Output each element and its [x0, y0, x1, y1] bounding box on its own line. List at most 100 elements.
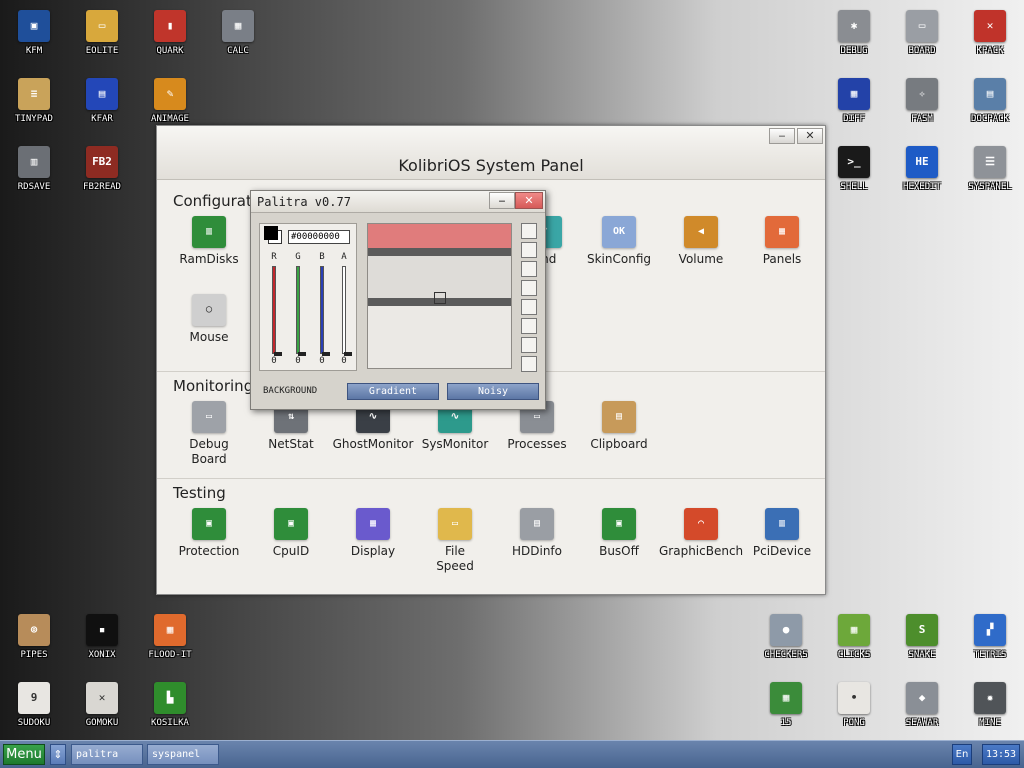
syspanel-item-busoff[interactable]: ▣ BusOff	[577, 508, 661, 559]
color-preview-area[interactable]	[367, 223, 512, 369]
cursor-tool-icon[interactable]	[521, 223, 537, 239]
desktop-icon-quark[interactable]: ▮ QUARK	[136, 0, 204, 68]
desktop-icon-label: CHECKERS	[764, 650, 808, 660]
syspanel-item-label: Panels	[762, 252, 802, 266]
syspanel-item-file-speed[interactable]: ▭ File Speed	[413, 508, 497, 574]
channel-slider-r[interactable]	[272, 266, 276, 354]
desktop-icon-sudoku[interactable]: 9 SUDOKU	[0, 672, 68, 740]
desktop-icon-docpack[interactable]: ▤ DOCPACK	[956, 68, 1024, 136]
palette-slot[interactable]	[521, 261, 537, 277]
system-panel-titlebar[interactable]: ‒ ✕ KolibriOS System Panel	[157, 126, 825, 180]
debug-window-icon: ✱	[838, 10, 870, 42]
desktop-icon-kosilka[interactable]: ▙ KOSILKA	[136, 672, 204, 740]
debug-board-icon: ▭	[192, 401, 226, 433]
desktop-icon-calc[interactable]: ▦ CALC	[204, 0, 272, 68]
desktop-icon-kfm[interactable]: ▣ KFM	[0, 0, 68, 68]
palitra-close-button[interactable]: ✕	[515, 192, 543, 209]
clock[interactable]: 13:53	[982, 744, 1020, 765]
eyedropper-icon[interactable]	[521, 242, 537, 258]
syspanel-item-panels[interactable]: ▦ Panels	[740, 216, 824, 267]
foreground-color-swatch[interactable]	[264, 226, 278, 240]
protection-chip-icon: ▣	[192, 508, 226, 540]
syspanel-item-pcidevice[interactable]: ▥ PciDevice	[740, 508, 824, 559]
mouse-icon: ◯	[192, 294, 226, 326]
language-indicator[interactable]: En	[952, 744, 972, 765]
desktop-icon-mine[interactable]: ✹ MINE	[956, 672, 1024, 740]
desktop-icon-fb2read[interactable]: FB2 FB2READ	[68, 136, 136, 204]
palette-slot[interactable]	[521, 280, 537, 296]
desktop-icon-gomoku[interactable]: ✕ GOMOKU	[68, 672, 136, 740]
desktop-icon-label: TINYPAD	[15, 114, 53, 124]
syspanel-item-graphicbench[interactable]: ◠ GraphicBench	[659, 508, 743, 559]
channel-slider-g[interactable]	[296, 266, 300, 354]
desktop-icon-syspanel[interactable]: ☰ SYSPANEL	[956, 136, 1024, 204]
syspanel-item-clipboard[interactable]: ▤ Clipboard	[577, 401, 661, 452]
syspanel-item-protection[interactable]: ▣ Protection	[167, 508, 251, 559]
fb2-book-icon: FB2	[86, 146, 118, 178]
desktop-icon-board[interactable]: ▭ BOARD	[888, 0, 956, 68]
palette-slot[interactable]	[521, 299, 537, 315]
palitra-minimize-button[interactable]: ‒	[489, 192, 515, 209]
switch-windows-icon[interactable]: ⇕	[50, 744, 66, 765]
system-panel-minimize-button[interactable]: ‒	[769, 128, 795, 144]
desktop-icon-label: KFAR	[91, 114, 113, 124]
gradient-button[interactable]: Gradient	[347, 383, 439, 400]
desktop-icon-15[interactable]: ▦ 15	[752, 672, 820, 740]
desktop-icon-kpack[interactable]: ✕ KPACK	[956, 0, 1024, 68]
syspanel-item-ramdisks[interactable]: ▥ RamDisks	[167, 216, 251, 267]
system-panel-close-button[interactable]: ✕	[797, 128, 823, 144]
desktop-icon-snake[interactable]: S SNAKE	[888, 604, 956, 672]
desktop-icon-flood-it[interactable]: ▦ FLOOD-IT	[136, 604, 204, 672]
channel-slider-b[interactable]	[320, 266, 324, 354]
desktop-icon-label: SYSPANEL	[968, 182, 1012, 192]
picker-cursor[interactable]	[434, 292, 446, 304]
noisy-button[interactable]: Noisy	[447, 383, 539, 400]
syspanel-item-label: NetStat	[268, 437, 314, 451]
desktop-icon-rdsave[interactable]: ▥ RDSAVE	[0, 136, 68, 204]
palette-slot[interactable]	[521, 318, 537, 334]
syspanel-item-volume[interactable]: ◀ Volume	[659, 216, 743, 267]
desktop-icon-debug[interactable]: ✱ DEBUG	[820, 0, 888, 68]
desktop-icon-kfar[interactable]: ▤ KFAR	[68, 68, 136, 136]
syspanel-item-label: CpuID	[272, 544, 310, 558]
syspanel-item-mouse[interactable]: ◯ Mouse	[167, 294, 251, 345]
desktop-icon-tinypad[interactable]: ≡ TINYPAD	[0, 68, 68, 136]
desktop-icon-label: SEAWAR	[905, 718, 939, 728]
desktop-icon-label: MINE	[979, 718, 1001, 728]
hex-color-input[interactable]: #00000000	[288, 230, 350, 244]
fifteen-icon: ▦	[770, 682, 802, 714]
desktop-icon-checkers[interactable]: ● CHECKERS	[752, 604, 820, 672]
syspanel-item-cpuid[interactable]: ▣ CpuID	[249, 508, 333, 559]
syspanel-item-skinconfig[interactable]: OK SkinConfig	[577, 216, 661, 267]
preview-band	[368, 224, 511, 248]
channel-slider-a[interactable]	[342, 266, 346, 354]
task-syspanel[interactable]: syspanel	[147, 744, 219, 765]
palette-slot[interactable]	[521, 356, 537, 372]
desktop-icon-fasm[interactable]: ✧ FASM	[888, 68, 956, 136]
syspanel-item-label: BusOff	[599, 544, 639, 558]
calculator-icon: ▦	[222, 10, 254, 42]
palitra-titlebar[interactable]: Palitra v0.77 ‒ ✕	[251, 191, 545, 213]
desktop-icon-clicks[interactable]: ▦ CLICKS	[820, 604, 888, 672]
syspanel-item-label: Display	[350, 544, 396, 558]
desktop-icon-shell[interactable]: >_ SHELL	[820, 136, 888, 204]
palette-slot[interactable]	[521, 337, 537, 353]
desktop-icon-tetris[interactable]: ▞ TETRIS	[956, 604, 1024, 672]
desktop-icon-xonix[interactable]: ▪ XONIX	[68, 604, 136, 672]
syspanel-item-display[interactable]: ▦ Display	[331, 508, 415, 559]
desktop-icon-hexedit[interactable]: HE HEXEDIT	[888, 136, 956, 204]
desktop-icon-pong[interactable]: • PONG	[820, 672, 888, 740]
syspanel-item-label: HDDinfo	[511, 544, 562, 558]
gomoku-icon: ✕	[86, 682, 118, 714]
syspanel-item-hddinfo[interactable]: ▤ HDDinfo	[495, 508, 579, 559]
syspanel-item-debug-board[interactable]: ▭ Debug Board	[167, 401, 251, 467]
desktop-icon-diff[interactable]: ▦ DIFF	[820, 68, 888, 136]
pong-icon: •	[838, 682, 870, 714]
mine-icon: ✹	[974, 682, 1006, 714]
task-palitra[interactable]: palitra	[71, 744, 143, 765]
desktop-icon-label: QUARK	[156, 46, 184, 56]
desktop-icon-seawar[interactable]: ◆ SEAWAR	[888, 672, 956, 740]
desktop-icon-eolite[interactable]: ▭ EOLITE	[68, 0, 136, 68]
desktop-icon-pipes[interactable]: ⊚ PIPES	[0, 604, 68, 672]
menu-button[interactable]: Menu	[3, 744, 45, 765]
